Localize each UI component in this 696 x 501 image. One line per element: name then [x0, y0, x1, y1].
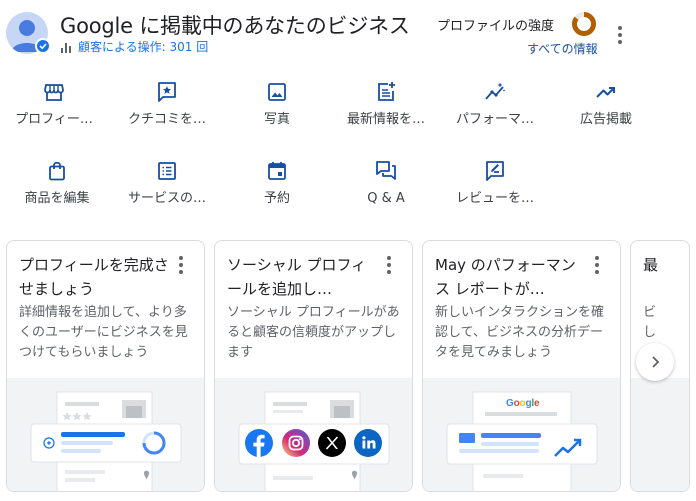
action-label: 広告掲載 [579, 112, 632, 127]
profile-strength-label: プロファイルの強度 [437, 19, 555, 34]
instagram-icon [282, 429, 310, 457]
storefront-icon [44, 84, 64, 101]
carousel-next-button[interactable] [636, 343, 674, 381]
trending-up-icon [596, 87, 615, 98]
action-profile[interactable]: プロフィー… [0, 80, 112, 140]
calendar-icon [268, 162, 286, 180]
action-label: レビューを… [455, 191, 534, 206]
action-label: サービスの… [127, 191, 206, 206]
action-label: 商品を編集 [24, 191, 90, 206]
card-more-icon[interactable] [593, 256, 601, 274]
card-complete-profile[interactable]: プロフィールを完成させましょう 詳細情報を追加して、より多くのユーザーにビジネス… [6, 240, 205, 492]
card-illustration [631, 378, 689, 491]
action-get-reviews[interactable]: レビューを… [437, 159, 553, 219]
action-photos[interactable]: 写真 [219, 80, 335, 140]
action-bookings[interactable]: 予約 [219, 159, 335, 219]
card-more-icon[interactable] [177, 256, 185, 274]
action-reviews[interactable]: クチコミを… [109, 80, 225, 140]
card-illustration [7, 378, 204, 491]
card-description: 詳細情報を追加して、より多くのユーザーにビジネスを見つけてもらいましょう [19, 305, 188, 360]
more-options-icon[interactable] [609, 24, 631, 46]
performance-icon [485, 82, 506, 100]
action-label: 予約 [263, 191, 290, 206]
verified-badge-icon [35, 38, 51, 54]
action-label: 写真 [263, 112, 290, 127]
action-label: クチコミを… [127, 112, 206, 127]
card-description: 新しいインタラクションを確認して、ビジネスの分析データを見てみましょう [435, 305, 605, 360]
action-performance[interactable]: パフォーマ… [437, 80, 553, 140]
business-header: Google に掲載中のあなたのビジネス 顧客による操作: 301 回 プロファ… [0, 0, 696, 64]
shopping-bag-icon [49, 161, 65, 181]
action-label: Q & A [367, 191, 405, 206]
all-info-link[interactable]: すべての情報 [527, 40, 598, 57]
post-add-icon [378, 82, 395, 101]
chevron-right-icon [652, 356, 660, 368]
card-title: 最 [643, 256, 659, 274]
facebook-icon [245, 429, 273, 457]
card-description: ソーシャル プロフィールがあると顧客の信頼度がアップします [227, 305, 400, 360]
action-ads[interactable]: 広告掲載 [548, 80, 664, 140]
card-illustration [215, 378, 412, 491]
interactions-text: 顧客による操作: 301 回 [78, 40, 209, 54]
card-title: ソーシャル プロフィールを追加し… [227, 256, 367, 298]
card-more-icon[interactable] [385, 256, 393, 274]
action-edit-products[interactable]: 商品を編集 [0, 159, 115, 219]
action-qna[interactable]: Q & A [328, 159, 444, 219]
action-label: プロフィー… [15, 112, 93, 127]
linkedin-icon [354, 429, 382, 457]
bar-chart-icon [60, 41, 74, 53]
rate-review-icon [486, 161, 504, 181]
card-performance-report[interactable]: May のパフォーマンス レポートが… 新しいインタラクションを確認して、ビジネ… [422, 240, 621, 492]
action-label: 最新情報を… [346, 112, 425, 127]
action-add-update[interactable]: 最新情報を… [328, 80, 444, 140]
card-description: ビし [643, 305, 657, 340]
card-add-social[interactable]: ソーシャル プロフィールを追加し… ソーシャル プロフィールがあると顧客の信頼度… [214, 240, 413, 492]
google-logo: Google [506, 398, 540, 409]
review-star-icon [158, 82, 176, 102]
action-label: パフォーマ… [455, 112, 534, 127]
action-services[interactable]: サービスの… [109, 159, 225, 219]
card-illustration: Google [423, 378, 620, 491]
x-icon [318, 429, 346, 457]
page-title: Google に掲載中のあなたのビジネス [60, 14, 410, 38]
interactions-link[interactable]: 顧客による操作: 301 回 [60, 40, 208, 54]
profile-strength-ring[interactable] [571, 11, 597, 37]
forum-icon [376, 161, 396, 180]
list-icon [158, 162, 176, 180]
photo-icon [268, 83, 286, 101]
card-title: プロフィールを完成させましょう [19, 256, 169, 298]
card-title: May のパフォーマンス レポートが… [435, 256, 576, 298]
